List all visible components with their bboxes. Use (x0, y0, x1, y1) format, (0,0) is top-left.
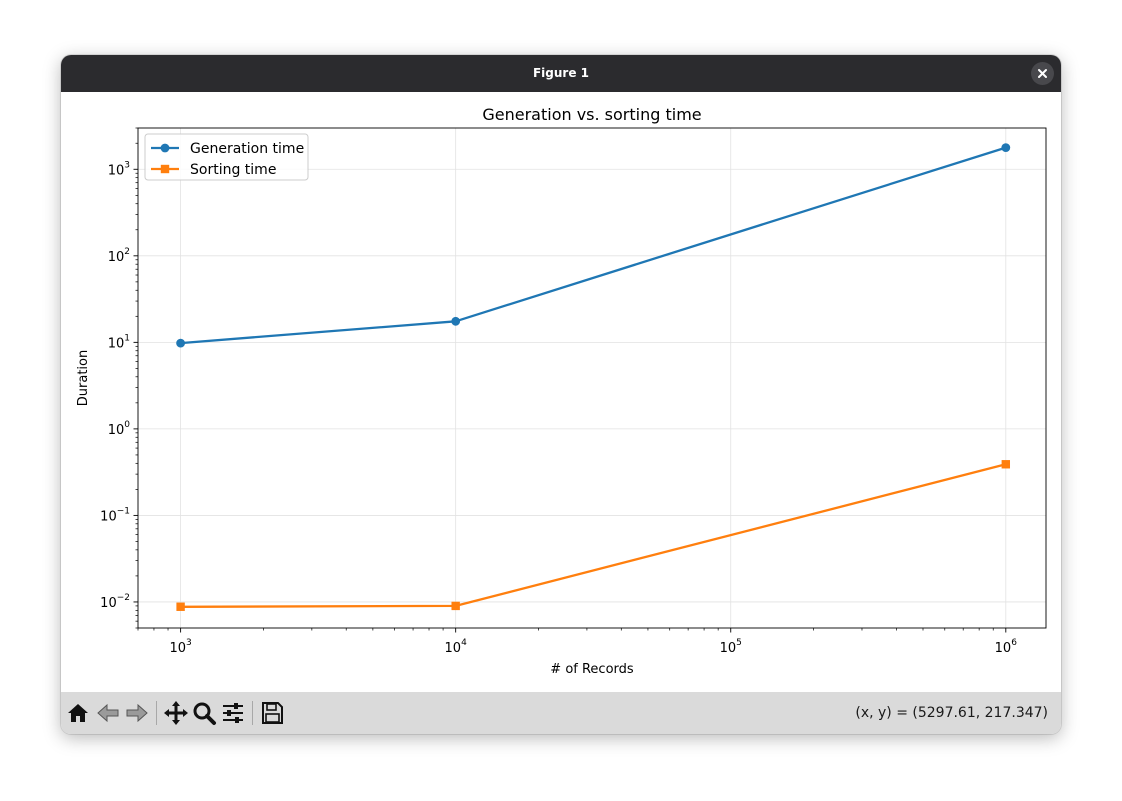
figure-canvas[interactable]: 103 104 105 106 10−2 10−1 100 101 102 103 Generati… (61, 92, 1061, 692)
tick-label-exponent: 6 (1011, 638, 1017, 648)
zoom-button[interactable] (191, 700, 217, 726)
x-tick-label: 104 (445, 638, 468, 656)
figure-window: Figure 1 103 104 105 106 10−2 10−1 100 101 102 10… (61, 55, 1061, 734)
close-icon (1038, 69, 1047, 78)
y-tick-label: 10−1 (100, 506, 130, 524)
data-point-sorting-time (176, 602, 185, 611)
tick-label-base: 10 (108, 250, 125, 265)
plot-area (138, 128, 1046, 628)
tick-label-exponent: 5 (736, 638, 742, 648)
tick-label-base: 10 (108, 163, 125, 178)
data-point-sorting-time (451, 601, 460, 611)
tick-label-base: 10 (169, 641, 186, 656)
tick-label-base: 10 (720, 641, 737, 656)
x-tick-label: 103 (169, 638, 191, 656)
close-button[interactable] (1031, 62, 1054, 85)
tick-label-exponent: 3 (186, 638, 192, 648)
forward-arrow-icon (126, 703, 148, 723)
legend-label-sorting-time: Sorting time (190, 162, 276, 178)
toolbar-separator (156, 701, 157, 725)
back-arrow-icon (97, 703, 119, 723)
cursor-coordinates: (x, y) = (5297.61, 217.347) (855, 705, 1048, 721)
x-axis-label: # of Records (550, 662, 634, 677)
title-bar[interactable]: Figure 1 (61, 55, 1061, 92)
tick-label-base: 10 (100, 596, 117, 611)
legend-marker-generation-time (160, 143, 170, 153)
y-axis-label: Duration (76, 350, 91, 406)
save-button[interactable] (259, 700, 285, 726)
chart-title: Generation vs. sorting time (482, 105, 701, 124)
x-tick-label: 105 (720, 638, 742, 656)
y-tick-label: 101 (108, 333, 130, 351)
x-tick-label: 106 (995, 638, 1018, 656)
tick-label-exponent: 2 (124, 247, 130, 257)
home-button[interactable] (65, 700, 91, 726)
home-icon (68, 704, 88, 722)
data-point-generation-time (1001, 143, 1011, 153)
data-point-sorting-time (1001, 460, 1011, 469)
y-tick-label: 10−2 (100, 593, 130, 611)
magnifier-icon (193, 702, 216, 725)
pan-button[interactable] (163, 700, 189, 726)
tick-label-base: 10 (995, 641, 1012, 656)
configure-subplots-button[interactable] (220, 700, 246, 726)
window-title: Figure 1 (532, 66, 590, 80)
y-tick-label: 103 (108, 160, 130, 178)
legend-label-generation-time: Generation time (190, 141, 304, 157)
data-point-generation-time (451, 316, 461, 326)
move-icon (164, 701, 188, 725)
tick-label-base: 10 (108, 336, 125, 351)
y-tick-label: 102 (108, 247, 130, 265)
data-point-generation-time (176, 338, 186, 348)
tick-label-exponent: −2 (117, 593, 130, 603)
tick-label-base: 10 (108, 423, 125, 438)
tick-label-exponent: 1 (124, 333, 130, 343)
forward-button[interactable] (124, 700, 150, 726)
tick-label-exponent: −1 (117, 506, 130, 516)
y-tick-label: 100 (108, 420, 131, 438)
legend-marker-sorting-time (160, 164, 170, 174)
tick-label-exponent: 4 (461, 638, 467, 648)
floppy-disk-icon (262, 702, 283, 724)
sliders-icon (223, 703, 243, 723)
toolbar-separator (252, 701, 253, 725)
tick-label-exponent: 0 (124, 420, 130, 430)
line-chart: 103 104 105 10610−210−1100101102103Generati… (76, 105, 1047, 677)
tick-label-base: 10 (445, 641, 462, 656)
navigation-toolbar: (x, y) = (5297.61, 217.347) (61, 692, 1061, 734)
tick-label-exponent: 3 (124, 160, 130, 170)
tick-label-base: 10 (100, 509, 117, 524)
back-button[interactable] (95, 700, 121, 726)
